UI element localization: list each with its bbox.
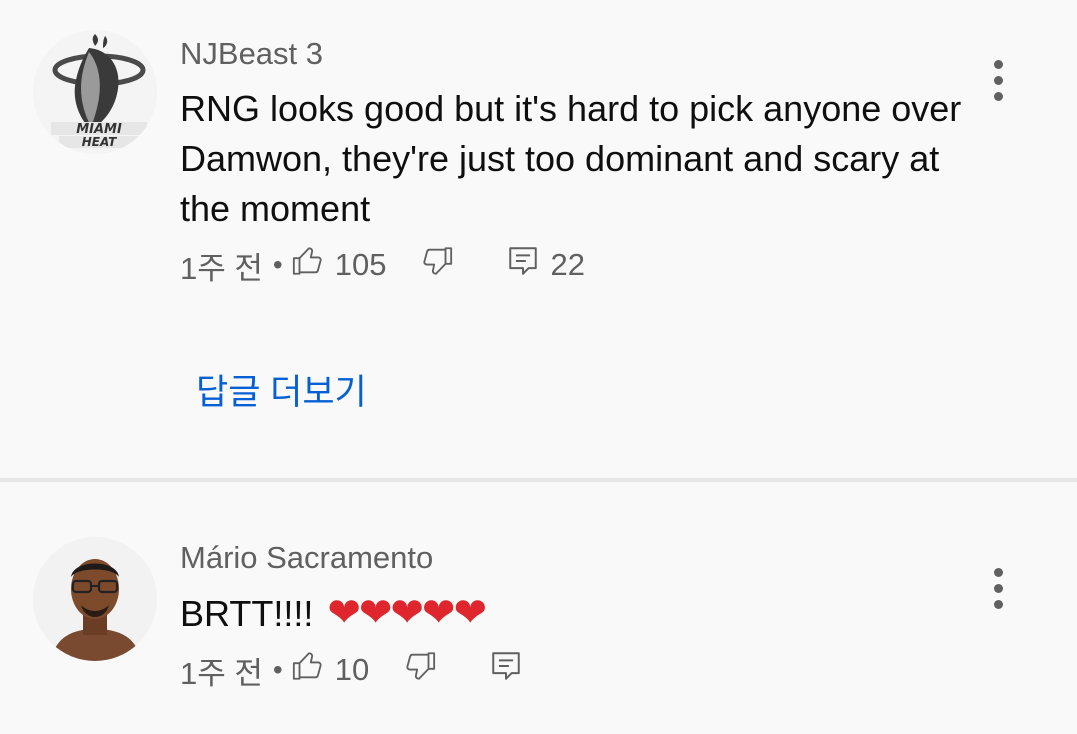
comment-author[interactable]: NJBeast 3 — [180, 36, 323, 72]
thumbs-up-icon[interactable] — [291, 244, 325, 286]
comment-thread: MIAMI HEAT NJBeast 3 RNG looks good but … — [0, 0, 1077, 478]
reply-count: 22 — [550, 247, 585, 282]
like-count: 10 — [334, 652, 370, 687]
avatar-logo-text-2: HEAT — [82, 135, 117, 149]
thumbs-up-icon[interactable] — [291, 649, 325, 691]
thumbs-down-icon[interactable] — [420, 244, 454, 286]
comment-actions: 1주 전 • 10 — [180, 648, 523, 693]
more-vert-icon[interactable] — [988, 568, 1008, 616]
view-more-replies-button[interactable]: 답글 더보기 — [196, 364, 367, 415]
comment-actions: 1주 전 • 105 22 — [180, 243, 585, 288]
comment-text: RNG looks good but it's hard to pick any… — [180, 88, 962, 229]
miami-heat-logo: MIAMI HEAT — [33, 30, 157, 154]
comment-time[interactable]: 1주 전 — [180, 648, 263, 693]
thumbs-down-icon[interactable] — [403, 649, 437, 691]
comment-text: BRTT!!!! ❤❤❤❤❤ — [180, 588, 980, 639]
reply-icon[interactable] — [489, 649, 523, 691]
heart-emojis: ❤❤❤❤❤ — [327, 590, 487, 636]
comment-thread: Mário Sacramento BRTT!!!! ❤❤❤❤❤ 1주 전 • 1… — [0, 482, 1077, 734]
more-vert-icon[interactable] — [988, 60, 1008, 108]
avatar[interactable]: MIAMI HEAT — [33, 30, 157, 154]
separator-dot: • — [272, 654, 283, 685]
user-photo — [33, 537, 157, 661]
avatar[interactable] — [33, 537, 157, 661]
comment-time[interactable]: 1주 전 — [180, 243, 263, 288]
separator-dot: • — [272, 249, 283, 280]
like-count: 105 — [334, 247, 387, 282]
comment-author[interactable]: Mário Sacramento — [180, 540, 433, 576]
reply-icon[interactable] — [506, 244, 540, 286]
comment-text-content: BRTT!!!! — [180, 593, 314, 634]
